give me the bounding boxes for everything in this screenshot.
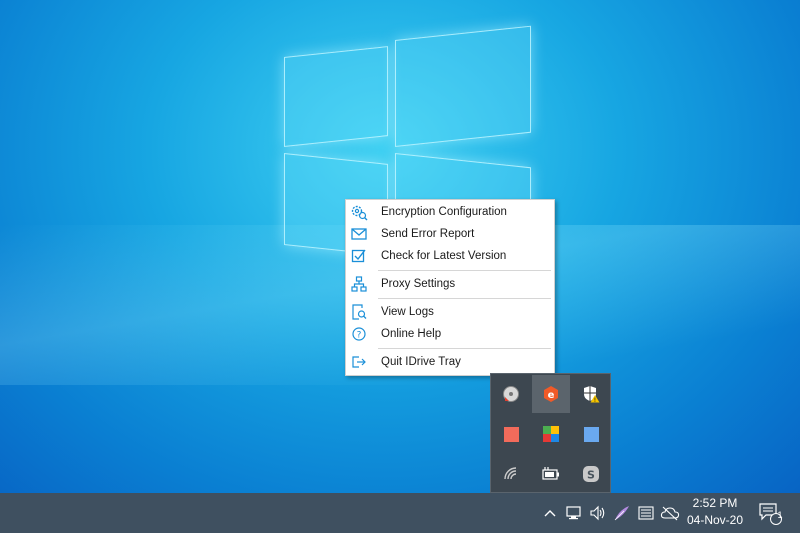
menu-separator xyxy=(378,348,551,349)
multicolor-app-icon[interactable] xyxy=(532,415,570,453)
menu-separator xyxy=(378,298,551,299)
network-icon xyxy=(349,274,369,294)
volume-icon[interactable] xyxy=(587,493,609,533)
blue-square-icon[interactable] xyxy=(572,415,610,453)
menu-item-encryption-configuration[interactable]: Encryption Configuration xyxy=(346,201,554,223)
taskbar: 2:52 PM 04-Nov-20 1 xyxy=(0,493,800,533)
battery-plug-icon[interactable] xyxy=(532,455,570,493)
keyboard-panel-icon[interactable] xyxy=(635,493,657,533)
svg-text:!: ! xyxy=(594,397,596,403)
menu-item-quit-idrive-tray[interactable]: Quit IDrive Tray xyxy=(346,351,554,373)
menu-item-view-logs[interactable]: View Logs xyxy=(346,301,554,323)
pen-feather-icon[interactable] xyxy=(611,493,633,533)
svg-text:e: e xyxy=(548,390,555,401)
windows-logo-pane xyxy=(284,46,388,147)
help-circle-icon: ? xyxy=(349,324,369,344)
menu-item-check-latest-version[interactable]: Check for Latest Version xyxy=(346,245,554,267)
menu-item-label: Send Error Report xyxy=(381,228,475,240)
windows-logo-pane xyxy=(395,25,531,147)
menu-item-label: Quit IDrive Tray xyxy=(381,356,461,368)
clock-time: 2:52 PM xyxy=(692,496,738,510)
menu-item-label: View Logs xyxy=(381,306,434,318)
menu-item-label: Check for Latest Version xyxy=(381,250,507,262)
log-search-icon xyxy=(349,302,369,322)
menu-item-proxy-settings[interactable]: Proxy Settings xyxy=(346,273,554,295)
action-center-icon[interactable]: 1 xyxy=(752,493,788,533)
check-square-icon xyxy=(349,246,369,266)
encryption-gear-icon xyxy=(349,202,369,222)
svg-text:?: ? xyxy=(357,331,362,341)
exit-icon xyxy=(349,352,369,372)
menu-item-online-help[interactable]: ? Online Help xyxy=(346,323,554,345)
show-hidden-icons-chevron-icon[interactable] xyxy=(539,493,561,533)
notification-count-badge: 1 xyxy=(777,510,783,520)
clock-date: 04-Nov-20 xyxy=(686,513,744,527)
wireless-icon[interactable] xyxy=(492,455,530,493)
disk-utility-icon[interactable] xyxy=(492,375,530,413)
idrive-icon[interactable]: e xyxy=(532,375,570,413)
cloud-offline-icon[interactable] xyxy=(659,493,681,533)
menu-item-label: Proxy Settings xyxy=(381,278,456,290)
menu-item-send-error-report[interactable]: Send Error Report xyxy=(346,223,554,245)
menu-item-label: Online Help xyxy=(381,328,442,340)
idrive-context-menu: Encryption Configuration Send Error Repo… xyxy=(345,199,555,376)
skype-icon[interactable]: S xyxy=(572,455,610,493)
taskbar-clock[interactable]: 2:52 PM 04-Nov-20 xyxy=(683,495,747,531)
tray-overflow-panel: e ! S xyxy=(490,373,611,493)
red-square-icon[interactable] xyxy=(492,415,530,453)
network-computer-icon[interactable] xyxy=(563,493,585,533)
envelope-icon xyxy=(349,224,369,244)
svg-text:S: S xyxy=(587,469,595,482)
menu-separator xyxy=(378,270,551,271)
security-warning-icon[interactable]: ! xyxy=(572,375,610,413)
menu-item-label: Encryption Configuration xyxy=(381,206,507,218)
